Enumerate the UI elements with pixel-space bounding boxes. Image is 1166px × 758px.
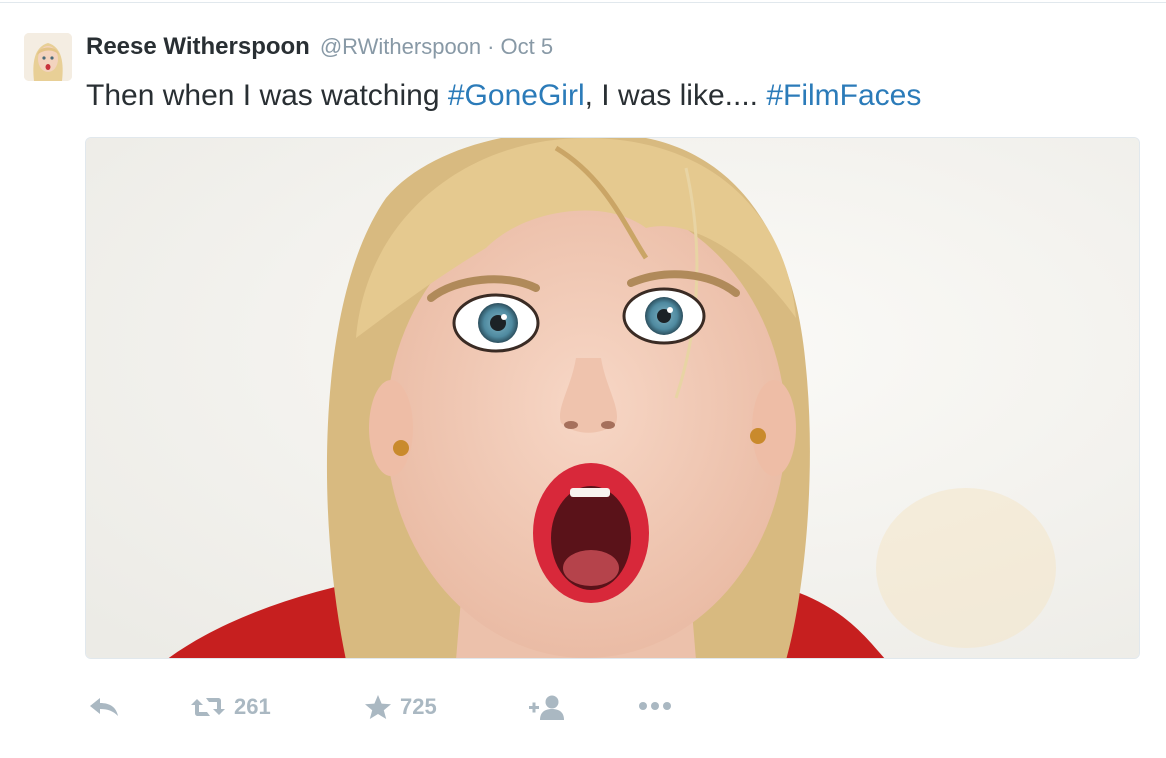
- tweet-timestamp[interactable]: Oct 5: [500, 34, 553, 60]
- retweet-count: 261: [234, 694, 271, 719]
- tweet-text-part: , I was like....: [584, 79, 767, 112]
- reply-button[interactable]: [88, 694, 120, 718]
- hashtag-link-filmfaces[interactable]: #FilmFaces: [766, 79, 921, 112]
- hashtag-link-gonegirl[interactable]: #GoneGirl: [448, 79, 585, 112]
- avatar-image: [24, 33, 72, 81]
- star-icon: [365, 695, 391, 719]
- follow-button[interactable]: [528, 694, 568, 722]
- tweet-text-part: Then when I was watching: [86, 79, 448, 112]
- surprised-face-photo: [86, 138, 1139, 658]
- tweet-header: Reese Witherspoon @RWitherspoon · Oct 5: [86, 33, 553, 65]
- more-button[interactable]: [636, 694, 676, 718]
- reply-icon: [90, 698, 118, 716]
- author-name[interactable]: Reese Witherspoon: [86, 33, 310, 61]
- avatar[interactable]: [24, 33, 72, 81]
- favorite-button[interactable]: 725: [364, 694, 437, 720]
- author-username[interactable]: @RWitherspoon: [320, 34, 481, 60]
- retweet-button[interactable]: 261: [190, 694, 271, 720]
- retweet-icon: [191, 698, 225, 716]
- header-separator: ·: [487, 34, 495, 59]
- more-icon: [639, 702, 671, 710]
- tweet-photo[interactable]: [85, 137, 1140, 659]
- tweet-text: Then when I was watching #GoneGirl, I wa…: [86, 76, 921, 116]
- favorite-count: 725: [400, 694, 437, 719]
- tweet: Reese Witherspoon @RWitherspoon · Oct 5 …: [0, 0, 1166, 758]
- add-user-icon: [529, 695, 564, 720]
